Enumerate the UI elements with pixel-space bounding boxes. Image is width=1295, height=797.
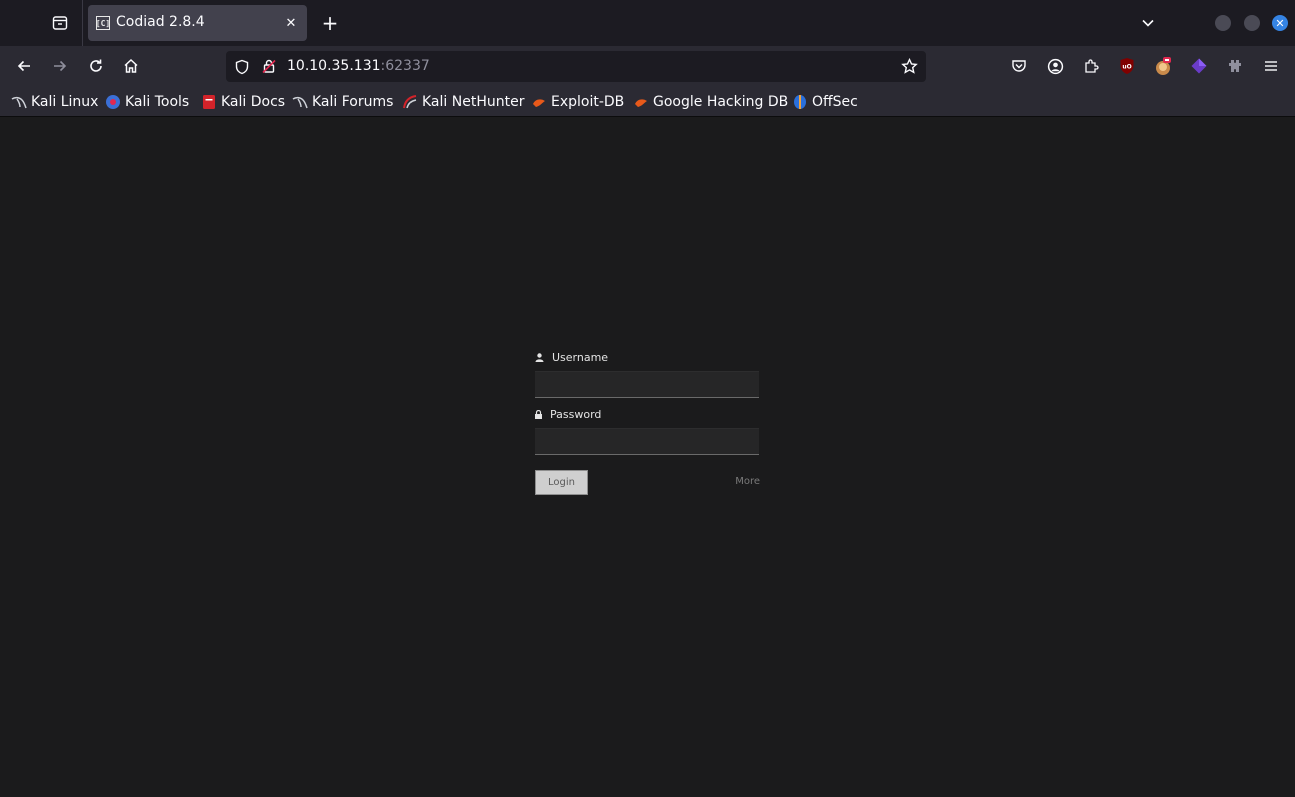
purple-cube-icon [1191,58,1207,74]
url-bar[interactable]: 10.10.35.131:62337 [226,51,926,82]
tab-codiad[interactable]: [C] Codiad 2.8.4 ✕ [88,5,307,41]
tab-close-button[interactable]: ✕ [281,13,301,33]
shield-icon [235,59,249,75]
forward-button[interactable] [48,54,72,78]
arrow-right-icon [54,60,67,72]
kali-dragon-icon [11,94,27,110]
close-window-button[interactable]: ✕ [1272,15,1288,31]
bookmark-label: Kali Forums [312,94,394,110]
bookmark-kali-nethunter[interactable]: Kali NetHunter [402,93,524,111]
bookmarks-toolbar: Kali Linux Kali Tools Kali Docs Kali For… [0,86,1295,117]
pocket-button[interactable] [1008,55,1030,77]
tab-title: Codiad 2.8.4 [116,14,205,30]
bookmark-kali-forums[interactable]: Kali Forums [292,93,393,111]
list-all-tabs-button[interactable] [1136,12,1160,34]
maximize-window-button[interactable] [1244,15,1260,31]
kali-dragon-icon [292,94,308,110]
codiad-favicon-icon: [C] [96,16,110,30]
login-button[interactable]: Login [535,470,588,495]
insecure-lock-icon [262,59,276,74]
nethunter-icon [402,94,418,110]
bookmark-kali-linux[interactable]: Kali Linux [11,93,98,111]
back-button[interactable] [12,54,36,78]
firefox-view-icon [52,16,68,30]
minimize-window-button[interactable] [1215,15,1231,31]
menu-icon [1265,61,1277,71]
open-menu-button[interactable] [1260,55,1282,77]
puzzle-button[interactable] [1224,55,1246,77]
password-input[interactable] [535,428,759,455]
bookmark-label: Kali Linux [31,94,99,110]
bookmark-exploit-db[interactable]: Exploit-DB [531,93,624,111]
home-icon [124,58,138,73]
account-button[interactable] [1044,55,1066,77]
tab-separator [82,0,83,46]
url-host: 10.10.35.131 [287,58,381,74]
new-tab-button[interactable]: + [318,11,342,35]
bookmark-label: OffSec [812,94,858,110]
username-label-text: Username [552,350,609,364]
bookmark-kali-tools[interactable]: Kali Tools [105,93,189,111]
home-button[interactable] [119,54,143,78]
url-port: :62337 [380,58,430,74]
extensions-button[interactable] [1080,55,1102,77]
extensions-icon [1085,59,1099,73]
kali-tools-icon [105,94,121,110]
ublock-button[interactable]: uO [1116,55,1138,77]
account-icon [1047,58,1063,74]
bookmark-label: Exploit-DB [551,94,625,110]
bookmark-label: Kali Docs [221,94,286,110]
star-icon[interactable] [901,58,918,75]
chevron-down-icon [1142,19,1154,27]
kali-docs-icon [201,94,217,110]
purple-cube-button[interactable] [1188,55,1210,77]
offsec-icon [792,94,808,110]
page-content: Username Password Login More [0,118,1295,797]
bookmark-label: Google Hacking DB [653,94,789,110]
bookmark-label: Kali NetHunter [422,94,525,110]
url-text: 10.10.35.131:62337 [287,58,430,74]
hackbar-icon [1156,57,1171,75]
svg-text:uO: uO [1122,64,1131,71]
bookmark-offsec[interactable]: OffSec [792,93,858,111]
login-form: Username Password Login More [535,350,760,495]
lock-icon [535,409,542,419]
navigation-toolbar: 10.10.35.131:62337 uO [0,46,1295,86]
ublock-icon: uO [1120,58,1134,74]
bookmark-label: Kali Tools [125,94,190,110]
pocket-icon [1012,60,1026,72]
firefox-view-button[interactable] [46,10,74,36]
password-label: Password [535,407,760,421]
arrow-left-icon [17,60,30,72]
bookmark-kali-docs[interactable]: Kali Docs [201,93,285,111]
reload-button[interactable] [84,54,108,78]
reload-icon [90,59,102,72]
puzzle-icon [1229,60,1241,72]
username-label: Username [535,350,760,364]
password-label-text: Password [550,407,602,421]
more-link[interactable]: More [735,476,760,487]
username-input[interactable] [535,371,759,398]
user-icon [535,352,544,362]
exploit-db-icon [531,94,547,110]
tab-bar: [C] Codiad 2.8.4 ✕ + ✕ [0,0,1295,46]
exploit-db-icon [633,94,649,110]
bookmark-google-hacking-db[interactable]: Google Hacking DB [633,93,788,111]
hackbar-button[interactable] [1152,55,1174,77]
